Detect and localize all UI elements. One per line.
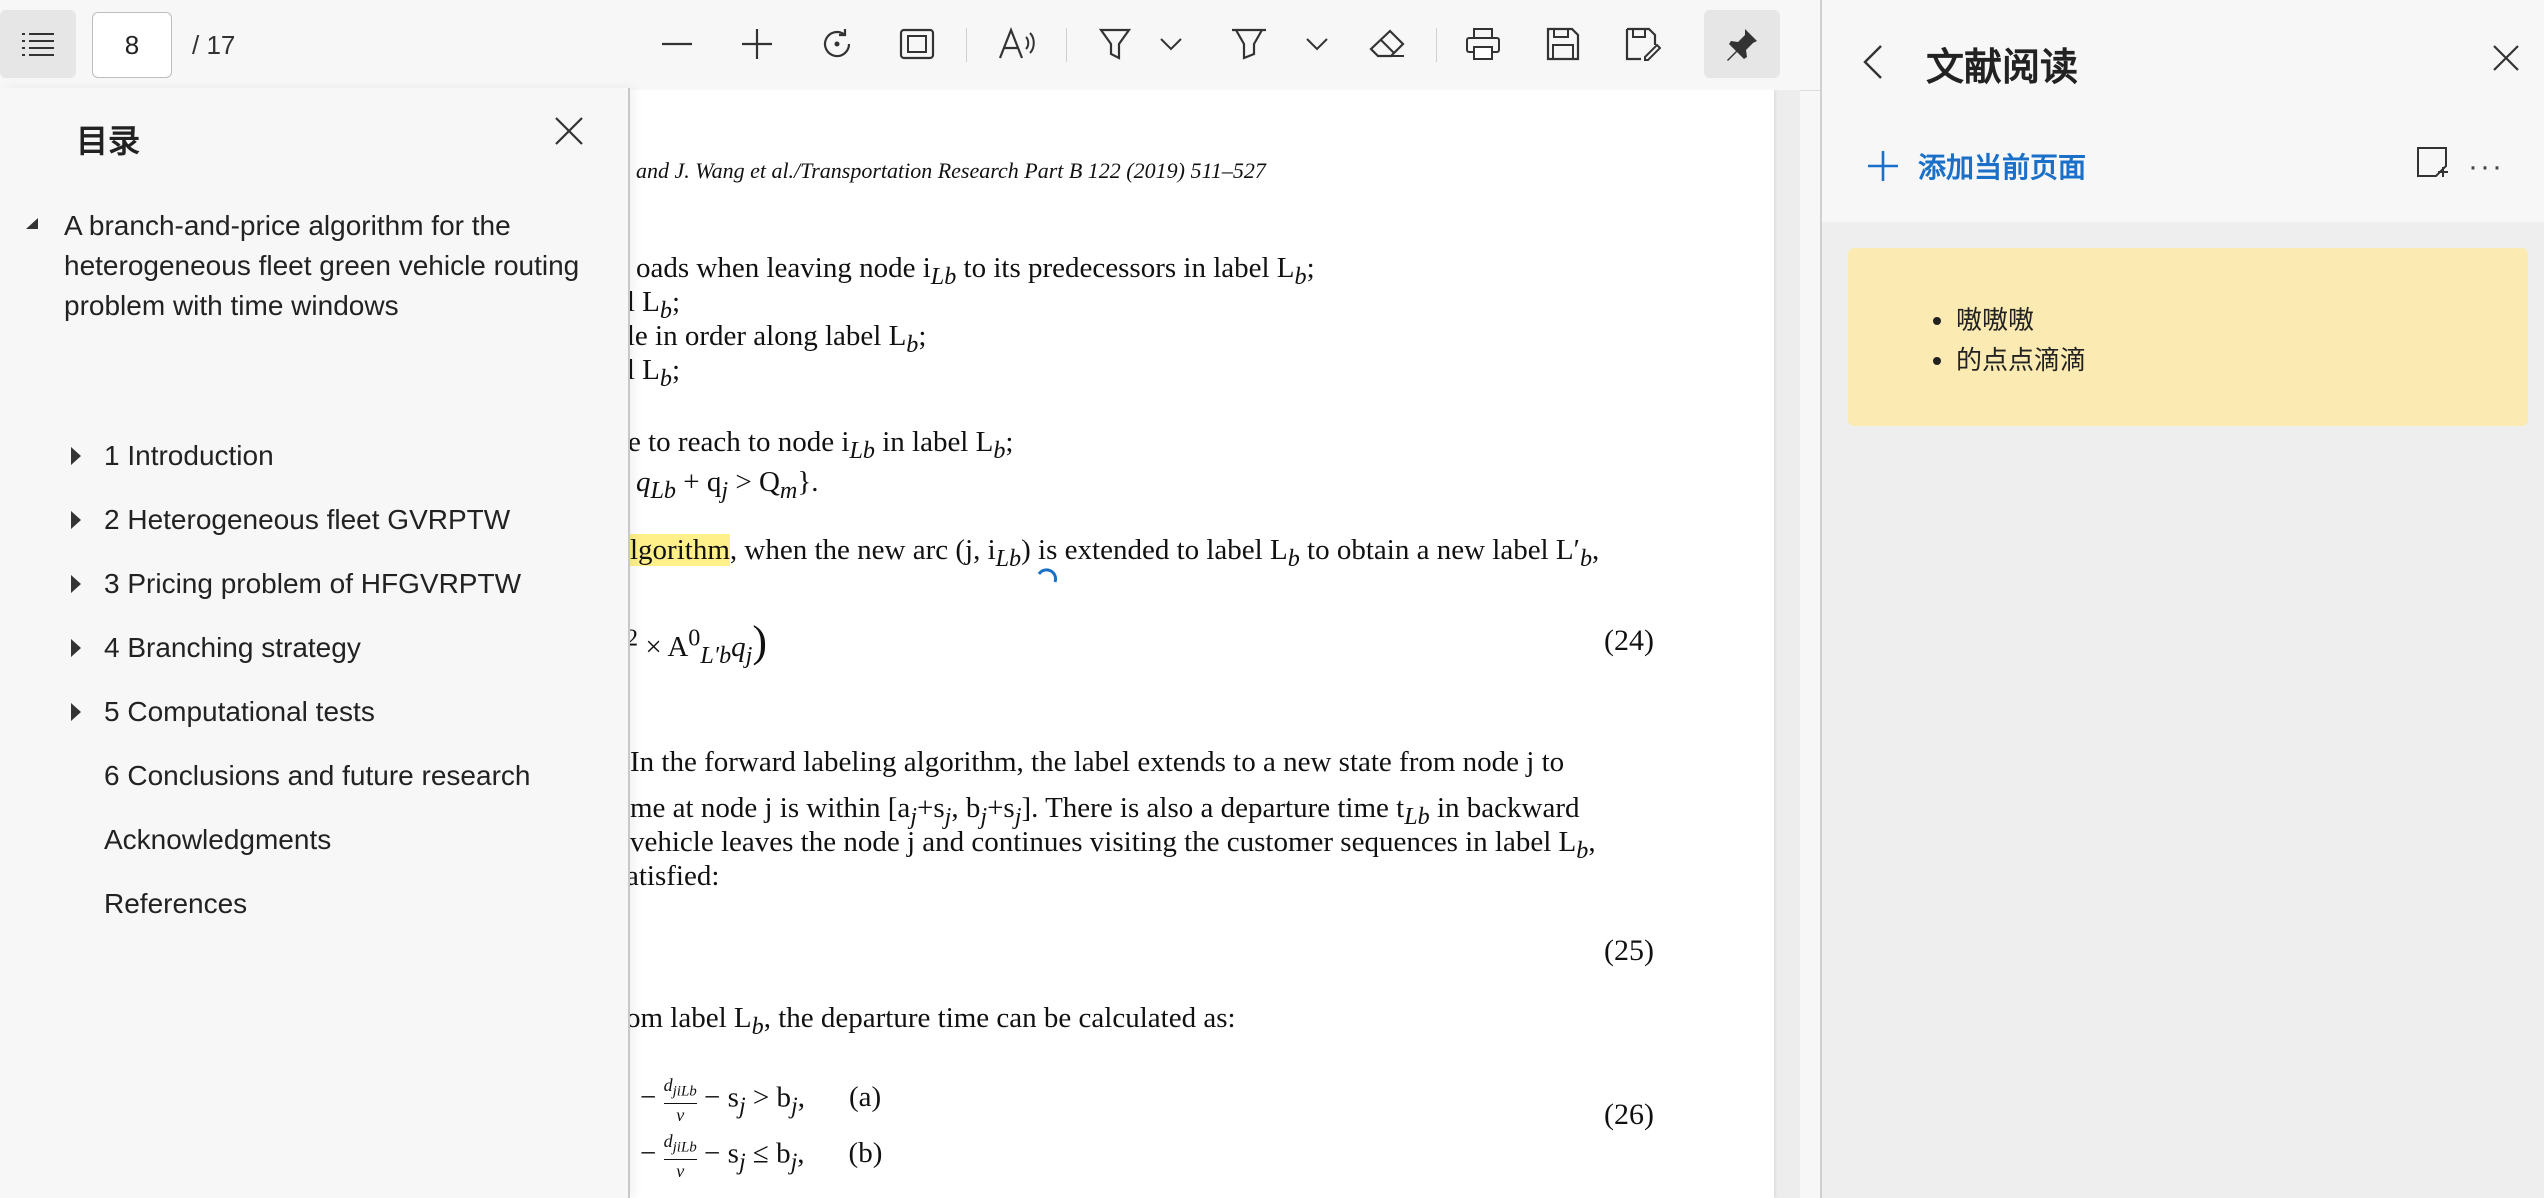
text-line: om label Lb, the departure time can be c… — [626, 1002, 1236, 1040]
equation-number: (24) — [1604, 624, 1654, 657]
toolbar-divider — [966, 28, 967, 62]
toc-close-button[interactable] — [554, 116, 584, 146]
toc-item-introduction[interactable]: 1 Introduction — [104, 440, 274, 472]
toc-item-computational-tests[interactable]: 5 Computational tests — [104, 696, 375, 728]
eraser-icon — [1369, 29, 1405, 58]
equation-number: (26) — [1604, 1098, 1654, 1131]
page-total: / 17 — [192, 30, 236, 60]
close-icon — [555, 117, 583, 145]
reading-side-panel: 文献阅读 添加当前页面 ··· 嗷嗷嗷 的点点滴滴 — [1820, 0, 2544, 1198]
toolbar-divider — [1066, 28, 1067, 62]
chevron-left-icon — [1863, 45, 1882, 79]
rotate-icon — [823, 29, 851, 58]
text-line: lgorithm, when the new arc (j, iLb) is e… — [630, 534, 1600, 572]
close-icon — [2493, 45, 2519, 71]
note-item: 的点点滴滴 — [1956, 340, 2086, 380]
toolbar-divider — [1436, 28, 1437, 62]
print-button[interactable] — [1448, 10, 1518, 78]
add-current-page-button[interactable]: 添加当前页面 — [1866, 146, 2086, 186]
text-line: In the forward labeling algorithm, the l… — [630, 746, 1565, 778]
note-card[interactable]: 嗷嗷嗷 的点点滴滴 — [1848, 248, 2528, 426]
draw-options-dropdown[interactable] — [1146, 10, 1196, 78]
back-button[interactable] — [1862, 44, 1884, 80]
rotate-button[interactable] — [802, 10, 872, 78]
fit-page-icon — [899, 28, 935, 60]
note-item: 嗷嗷嗷 — [1956, 300, 2086, 340]
caret-right-icon[interactable] — [70, 446, 82, 466]
notes-area: 嗷嗷嗷 的点点滴滴 — [1822, 222, 2544, 1198]
highlight-button[interactable] — [1214, 10, 1284, 78]
caret-right-icon[interactable] — [70, 702, 82, 722]
erase-button[interactable] — [1352, 10, 1422, 78]
running-header: and J. Wang et al./Transportation Resear… — [636, 158, 1266, 183]
pdf-toolbar: 8 / 17 — [0, 0, 1820, 91]
toc-item-pricing-problem[interactable]: 3 Pricing problem of HFGVRPTW — [104, 568, 521, 600]
highlight-options-dropdown[interactable] — [1292, 10, 1342, 78]
pin-toolbar-button[interactable] — [1704, 10, 1780, 78]
plus-icon — [1868, 151, 1898, 181]
read-aloud-icon — [998, 27, 1035, 59]
text-line: atisfied: — [626, 860, 720, 892]
toc-toggle-button[interactable] — [0, 10, 76, 78]
panel-title: 文献阅读 — [1926, 47, 2079, 89]
equation-24: 2 × A0L′bqj) — [626, 617, 768, 669]
panel-close-button[interactable] — [2492, 44, 2520, 72]
equation-26a: − djiLb v − sj > bj, (a) — [640, 1075, 882, 1125]
page-number-input[interactable]: 8 — [92, 12, 172, 78]
plus-icon — [742, 29, 772, 59]
text-line: cle in order along label Lb; — [614, 320, 927, 358]
toc-item-conclusions[interactable]: 6 Conclusions and future research — [104, 760, 530, 792]
add-note-icon — [2417, 147, 2448, 177]
zoom-out-button[interactable] — [642, 10, 712, 78]
caret-right-icon[interactable] — [70, 638, 82, 658]
toc-item-branching-strategy[interactable]: 4 Branching strategy — [104, 632, 361, 664]
note-list: 嗷嗷嗷 的点点滴滴 — [1848, 300, 2086, 380]
highlighted-text: lgorithm — [630, 534, 730, 566]
toc-item-heterogeneous-fleet[interactable]: 2 Heterogeneous fleet GVRPTW — [104, 504, 510, 536]
text-line: vehicle leaves the node j and continues … — [630, 826, 1596, 864]
toc-panel: 目录 A branch-and-price algorithm for the … — [0, 88, 630, 1198]
zoom-in-button[interactable] — [722, 10, 792, 78]
fit-page-button[interactable] — [882, 10, 952, 78]
chevron-down-icon — [1160, 38, 1182, 51]
caret-right-icon[interactable] — [70, 574, 82, 594]
toc-title: 目录 — [76, 123, 141, 159]
chevron-down-icon — [1306, 38, 1328, 51]
add-note-button[interactable] — [2416, 146, 2450, 180]
toc-item-acknowledgments[interactable]: Acknowledgments — [104, 824, 331, 856]
text-line: e to reach to node iLb in label Lb; — [628, 426, 1014, 464]
equation-26b: − djiLb v − sj ≤ bj, (b) — [640, 1131, 883, 1181]
equation-number: (25) — [1604, 934, 1654, 967]
add-current-page-label: 添加当前页面 — [1918, 152, 2087, 183]
minus-icon — [662, 42, 692, 46]
text-line: me at node j is within [aj+sj, bj+sj]. T… — [630, 792, 1580, 830]
text-line: qLb + qj > Qm}. — [636, 466, 819, 504]
save-button[interactable] — [1528, 10, 1598, 78]
loading-spinner-icon — [1037, 568, 1058, 583]
print-icon — [1466, 28, 1500, 60]
pin-icon — [1727, 29, 1757, 61]
save-as-icon — [1625, 27, 1661, 61]
toc-item-root[interactable]: A branch-and-price algorithm for the het… — [64, 206, 604, 326]
read-aloud-button[interactable] — [982, 10, 1052, 78]
caret-down-icon[interactable] — [24, 216, 40, 230]
save-icon — [1546, 27, 1580, 61]
draw-button[interactable] — [1080, 10, 1150, 78]
list-icon — [22, 33, 54, 56]
more-options-button[interactable]: ··· — [2468, 150, 2504, 184]
save-as-button[interactable] — [1608, 10, 1678, 78]
toc-item-references[interactable]: References — [104, 888, 247, 920]
caret-right-icon[interactable] — [70, 510, 82, 530]
highlighter-icon — [1232, 28, 1266, 60]
text-line: oads when leaving node iLb to its predec… — [636, 252, 1315, 290]
draw-icon — [1098, 28, 1132, 60]
